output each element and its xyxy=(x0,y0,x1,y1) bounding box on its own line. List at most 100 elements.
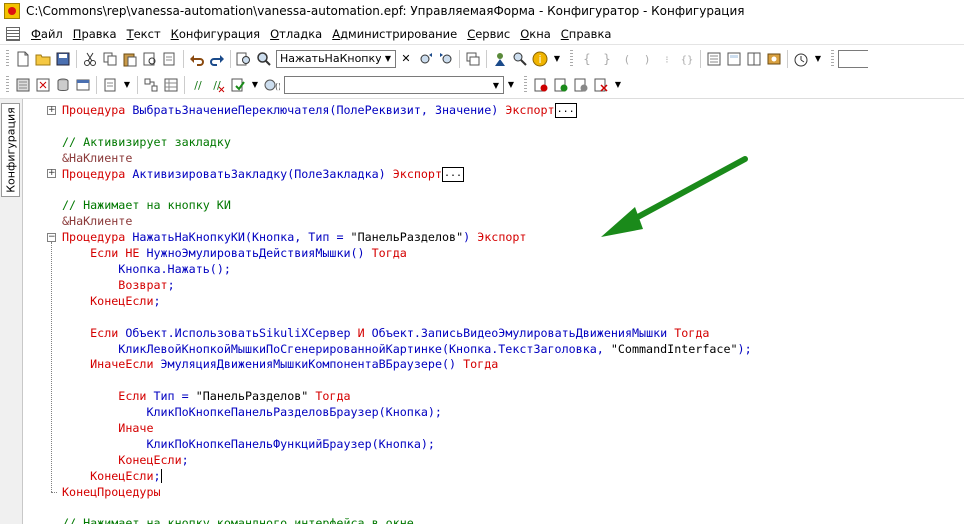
code-line[interactable]: // Нажимает на кнопку КИ xyxy=(62,197,231,213)
expand-icon[interactable]: + xyxy=(47,169,56,179)
code-line[interactable]: Кнопка.Нажать(); xyxy=(62,261,231,277)
chevron-down-icon[interactable]: ▼ xyxy=(250,77,260,93)
search-icon[interactable] xyxy=(256,51,272,67)
collapsed-block-marker[interactable]: ... xyxy=(554,103,577,118)
timer-icon[interactable] xyxy=(793,51,809,67)
menu-item-6[interactable]: Сервис xyxy=(462,27,515,41)
breakpoint-list-icon[interactable] xyxy=(553,77,569,93)
menu-item-7[interactable]: Окна xyxy=(515,27,556,41)
window-list-icon[interactable] xyxy=(75,77,91,93)
print-preview-icon[interactable] xyxy=(162,51,178,67)
open-folder-icon[interactable] xyxy=(35,51,51,67)
menu-item-3[interactable]: Конфигурация xyxy=(166,27,265,41)
chevron-down-icon[interactable]: ▼ xyxy=(506,77,516,93)
document-icon[interactable] xyxy=(102,77,118,93)
collapsed-block-marker[interactable]: ... xyxy=(442,166,465,182)
uncomment-icon[interactable]: // xyxy=(210,77,226,93)
breakpoint-off-icon[interactable] xyxy=(573,77,589,93)
code-line[interactable]: КонецЕсли; xyxy=(62,452,188,468)
code-line[interactable]: ИначеЕсли ЭмуляцияДвиженияМышкиКомпонент… xyxy=(62,356,498,372)
code-line[interactable]: Процедура НажатьНаКнопкуКИ(Кнопка, Тип =… xyxy=(62,229,526,245)
chevron-down-icon[interactable]: ▼ xyxy=(552,51,562,67)
menu-item-0[interactable]: Файл xyxy=(26,27,68,41)
chevron-down-icon[interactable]: ▼ xyxy=(122,77,132,93)
windows-icon[interactable] xyxy=(465,51,481,67)
toolbar-grip[interactable] xyxy=(6,76,9,94)
system-menu-icon[interactable] xyxy=(6,26,20,41)
config-tree-icon[interactable] xyxy=(15,77,31,93)
replace-icon[interactable] xyxy=(512,51,528,67)
paste-icon[interactable] xyxy=(122,51,138,67)
chevron-down-icon[interactable]: ▼ xyxy=(813,51,823,67)
find-icon[interactable] xyxy=(236,51,252,67)
menu-item-1[interactable]: Правка xyxy=(68,27,122,41)
menu-item-8[interactable]: Справка xyxy=(556,27,617,41)
cut-icon[interactable] xyxy=(82,51,98,67)
chevron-down-icon[interactable]: ▼ xyxy=(489,81,503,90)
syntax-assistant-icon[interactable] xyxy=(492,51,508,67)
menu-item-5[interactable]: Администрирование xyxy=(327,27,462,41)
toolbar-grip[interactable] xyxy=(524,76,527,94)
comment-icon[interactable]: // xyxy=(190,77,206,93)
chevron-down-icon[interactable]: ▼ xyxy=(381,54,395,63)
extra-combo[interactable] xyxy=(838,49,868,68)
search-combo[interactable]: НажатьНаКнопкуКИ ▼ xyxy=(276,49,396,68)
code-line[interactable]: Процедура АктивизироватьЗакладку(ПолеЗак… xyxy=(62,166,465,182)
code-line[interactable]: КликЛевойКнопкойМышкиПоСгенерированнойКа… xyxy=(62,341,751,357)
code-line[interactable]: &НаКлиенте xyxy=(62,213,132,229)
find-prev-icon[interactable] xyxy=(438,51,454,67)
new-file-icon[interactable] xyxy=(15,51,31,67)
code-line[interactable]: Возврат; xyxy=(62,277,174,293)
code-line[interactable]: &НаКлиенте xyxy=(62,150,132,166)
configuration-tab[interactable]: Конфигурация xyxy=(1,103,20,197)
procedure-select[interactable]: ▼ xyxy=(284,76,504,94)
check-module-icon[interactable] xyxy=(230,77,246,93)
structure-icon[interactable] xyxy=(143,77,159,93)
redo-icon[interactable] xyxy=(209,51,225,67)
block-start-icon[interactable]: ( xyxy=(619,51,635,67)
code-editor[interactable]: Процедура ВыбратьЗначениеПереключателя(П… xyxy=(23,99,964,524)
code-line[interactable]: КликПоКнопкеПанельРазделовБраузер(Кнопка… xyxy=(62,404,442,420)
undo-icon[interactable] xyxy=(189,51,205,67)
find-next-icon[interactable] xyxy=(418,51,434,67)
code-line[interactable]: КликПоКнопкеПанельФункцийБраузер(Кнопка)… xyxy=(62,436,435,452)
code-line[interactable]: Если НЕ НужноЭмулироватьДействияМышки() … xyxy=(62,245,407,261)
table-icon[interactable] xyxy=(163,77,179,93)
chevron-down-icon[interactable]: ▼ xyxy=(613,77,623,93)
code-line[interactable]: КонецПроцедуры xyxy=(62,484,161,500)
block-end-icon[interactable]: ) xyxy=(639,51,655,67)
menu-item-4[interactable]: Отладка xyxy=(265,27,327,41)
block-group-icon[interactable]: ⁝ xyxy=(659,51,675,67)
code-line[interactable]: // Активизирует закладку xyxy=(62,134,231,150)
code-line[interactable]: КонецЕсли; xyxy=(62,293,160,309)
close-search-icon[interactable]: ✕ xyxy=(398,51,414,67)
settings-icon[interactable] xyxy=(766,51,782,67)
code-line[interactable]: // Нажимает на кнопку командного интерфе… xyxy=(62,515,414,524)
form-icon[interactable] xyxy=(726,51,742,67)
breakpoint-clear-icon[interactable] xyxy=(593,77,609,93)
toolbar-grip[interactable] xyxy=(570,49,573,68)
block-ungroup-icon[interactable]: {} xyxy=(679,51,695,67)
code-line[interactable]: Иначе xyxy=(62,420,153,436)
brace-open-icon[interactable]: { xyxy=(579,51,595,67)
menu-item-2[interactable]: Текст xyxy=(122,27,166,41)
save-icon[interactable] xyxy=(55,51,71,67)
expand-icon[interactable]: + xyxy=(47,105,56,115)
code-line[interactable]: Если Объект.ИспользоватьSikuliXСервер И … xyxy=(62,325,709,341)
database-icon[interactable] xyxy=(55,77,71,93)
breakpoint-icon[interactable] xyxy=(533,77,549,93)
code-line[interactable]: Если Тип = "ПанельРазделов" Тогда xyxy=(62,388,350,404)
info-icon[interactable]: i xyxy=(532,51,548,67)
collapse-icon[interactable]: − xyxy=(47,232,56,242)
copy-icon[interactable] xyxy=(102,51,118,67)
preview-icon[interactable] xyxy=(142,51,158,67)
module-icon[interactable] xyxy=(706,51,722,67)
code-line[interactable]: КонецЕсли; xyxy=(62,468,162,484)
layout-icon[interactable] xyxy=(746,51,762,67)
toolbar-grip[interactable] xyxy=(831,49,834,68)
toolbar-grip[interactable] xyxy=(6,49,9,68)
brace-close-icon[interactable]: } xyxy=(599,51,615,67)
compare-icon[interactable] xyxy=(35,77,51,93)
procedures-icon[interactable]: () xyxy=(264,77,281,93)
code-line[interactable]: Процедура ВыбратьЗначениеПереключателя(П… xyxy=(62,102,577,118)
